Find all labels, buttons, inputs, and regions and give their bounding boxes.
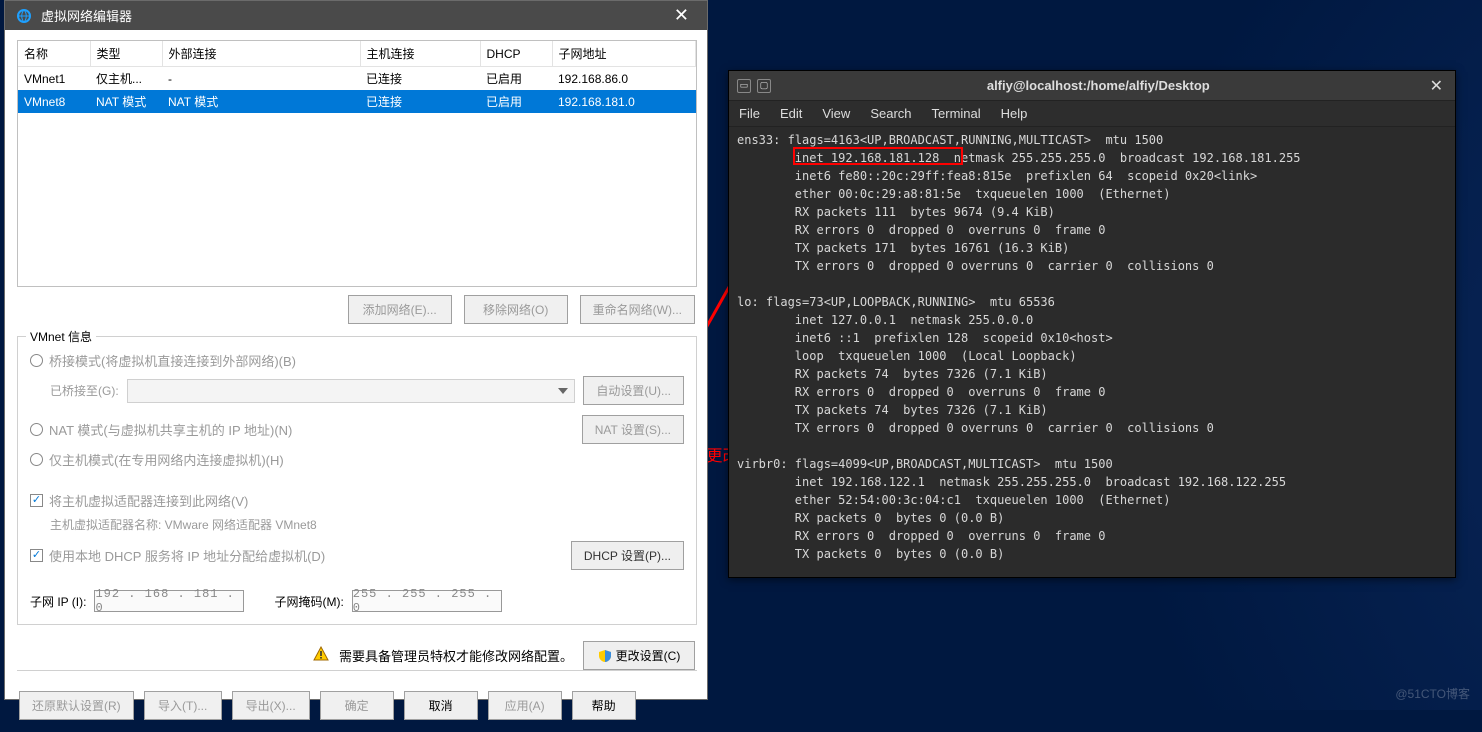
col-extern[interactable]: 外部连接 bbox=[162, 41, 360, 67]
warning-icon bbox=[313, 646, 329, 665]
nat-label: NAT 模式(与虚拟机共享主机的 IP 地址)(N) bbox=[49, 420, 292, 439]
host-adapter-name: 主机虚拟适配器名称: VMware 网络适配器 VMnet8 bbox=[30, 516, 684, 533]
app-icon bbox=[15, 7, 33, 25]
col-name[interactable]: 名称 bbox=[18, 41, 90, 67]
vmnet-info-group: VMnet 信息 桥接模式(将虚拟机直接连接到外部网络)(B) 已桥接至(G):… bbox=[17, 336, 697, 625]
help-button[interactable]: 帮助 bbox=[572, 691, 636, 720]
subnet-ip-input[interactable]: 192 . 168 . 181 . 0 bbox=[94, 590, 244, 612]
group-legend: VMnet 信息 bbox=[26, 328, 96, 345]
subnet-mask-label: 子网掩码(M): bbox=[274, 593, 343, 610]
annotation-box-inet bbox=[793, 147, 963, 165]
bridge-radio[interactable] bbox=[30, 354, 43, 367]
col-type[interactable]: 类型 bbox=[90, 41, 162, 67]
shield-icon bbox=[598, 649, 612, 663]
warning-text: 需要具备管理员特权才能修改网络配置。 bbox=[339, 646, 573, 665]
connect-host-adapter-label: 将主机虚拟适配器连接到此网络(V) bbox=[49, 491, 248, 510]
terminal-resize-icon[interactable]: ▭ bbox=[737, 79, 751, 93]
nat-settings-button[interactable]: NAT 设置(S)... bbox=[582, 415, 684, 444]
terminal-maximize-icon[interactable]: ▢ bbox=[757, 79, 771, 93]
menu-help[interactable]: Help bbox=[991, 102, 1038, 125]
dialog-title: 虚拟网络编辑器 bbox=[41, 6, 132, 25]
dhcp-settings-button[interactable]: DHCP 设置(P)... bbox=[571, 541, 684, 570]
remove-network-button[interactable]: 移除网络(O) bbox=[464, 295, 568, 324]
menu-file[interactable]: File bbox=[729, 102, 770, 125]
import-button[interactable]: 导入(T)... bbox=[144, 691, 222, 720]
connect-host-adapter-checkbox[interactable] bbox=[30, 494, 43, 507]
terminal-menubar: File Edit View Search Terminal Help bbox=[729, 101, 1455, 127]
terminal-close-icon[interactable]: ✕ bbox=[1426, 76, 1447, 96]
cancel-button[interactable]: 取消 bbox=[404, 691, 478, 720]
subnet-ip-label: 子网 IP (I): bbox=[30, 593, 86, 610]
menu-view[interactable]: View bbox=[812, 102, 860, 125]
col-dhcp[interactable]: DHCP bbox=[480, 41, 552, 67]
close-icon[interactable]: ✕ bbox=[666, 1, 697, 30]
nat-radio[interactable] bbox=[30, 423, 43, 436]
ok-button[interactable]: 确定 bbox=[320, 691, 394, 720]
menu-terminal[interactable]: Terminal bbox=[922, 102, 991, 125]
auto-settings-button[interactable]: 自动设置(U)... bbox=[583, 376, 684, 405]
rename-network-button[interactable]: 重命名网络(W)... bbox=[580, 295, 695, 324]
watermark: @51CTO博客 bbox=[1395, 685, 1470, 702]
subnet-mask-input[interactable]: 255 . 255 . 255 . 0 bbox=[352, 590, 502, 612]
table-row-vmnet1[interactable]: VMnet1 仅主机... - 已连接 已启用 192.168.86.0 bbox=[18, 67, 696, 91]
terminal-titlebar[interactable]: ▭ ▢ alfiy@localhost:/home/alfiy/Desktop … bbox=[729, 71, 1455, 101]
chevron-down-icon bbox=[558, 388, 568, 394]
table-row-vmnet8[interactable]: VMnet8 NAT 模式 NAT 模式 已连接 已启用 192.168.181… bbox=[18, 90, 696, 113]
host-only-label: 仅主机模式(在专用网络内连接虚拟机)(H) bbox=[49, 450, 284, 469]
host-only-radio[interactable] bbox=[30, 453, 43, 466]
bridge-target-select[interactable] bbox=[127, 379, 576, 403]
menu-search[interactable]: Search bbox=[860, 102, 921, 125]
apply-button[interactable]: 应用(A) bbox=[488, 691, 562, 720]
change-settings-button[interactable]: 更改设置(C) bbox=[583, 641, 695, 670]
use-dhcp-checkbox[interactable] bbox=[30, 549, 43, 562]
use-dhcp-label: 使用本地 DHCP 服务将 IP 地址分配给虚拟机(D) bbox=[49, 546, 325, 565]
add-network-button[interactable]: 添加网络(E)... bbox=[348, 295, 452, 324]
terminal-title: alfiy@localhost:/home/alfiy/Desktop bbox=[771, 78, 1426, 93]
bridge-to-label: 已桥接至(G): bbox=[50, 382, 119, 399]
restore-defaults-button[interactable]: 还原默认设置(R) bbox=[19, 691, 134, 720]
terminal-output[interactable]: ens33: flags=4163<UP,BROADCAST,RUNNING,M… bbox=[729, 127, 1455, 577]
menu-edit[interactable]: Edit bbox=[770, 102, 812, 125]
col-subnet[interactable]: 子网地址 bbox=[552, 41, 696, 67]
dialog-titlebar[interactable]: 虚拟网络编辑器 ✕ bbox=[5, 1, 707, 30]
terminal-window: ▭ ▢ alfiy@localhost:/home/alfiy/Desktop … bbox=[728, 70, 1456, 578]
col-host[interactable]: 主机连接 bbox=[360, 41, 480, 67]
networks-table[interactable]: 名称 类型 外部连接 主机连接 DHCP 子网地址 VMnet1 仅主机... … bbox=[17, 40, 697, 287]
bridge-label: 桥接模式(将虚拟机直接连接到外部网络)(B) bbox=[49, 351, 296, 370]
vmware-virtual-network-editor-dialog: 虚拟网络编辑器 ✕ 名称 类型 外部连接 主机连接 DHCP 子网地址 bbox=[4, 0, 708, 700]
export-button[interactable]: 导出(X)... bbox=[232, 691, 310, 720]
